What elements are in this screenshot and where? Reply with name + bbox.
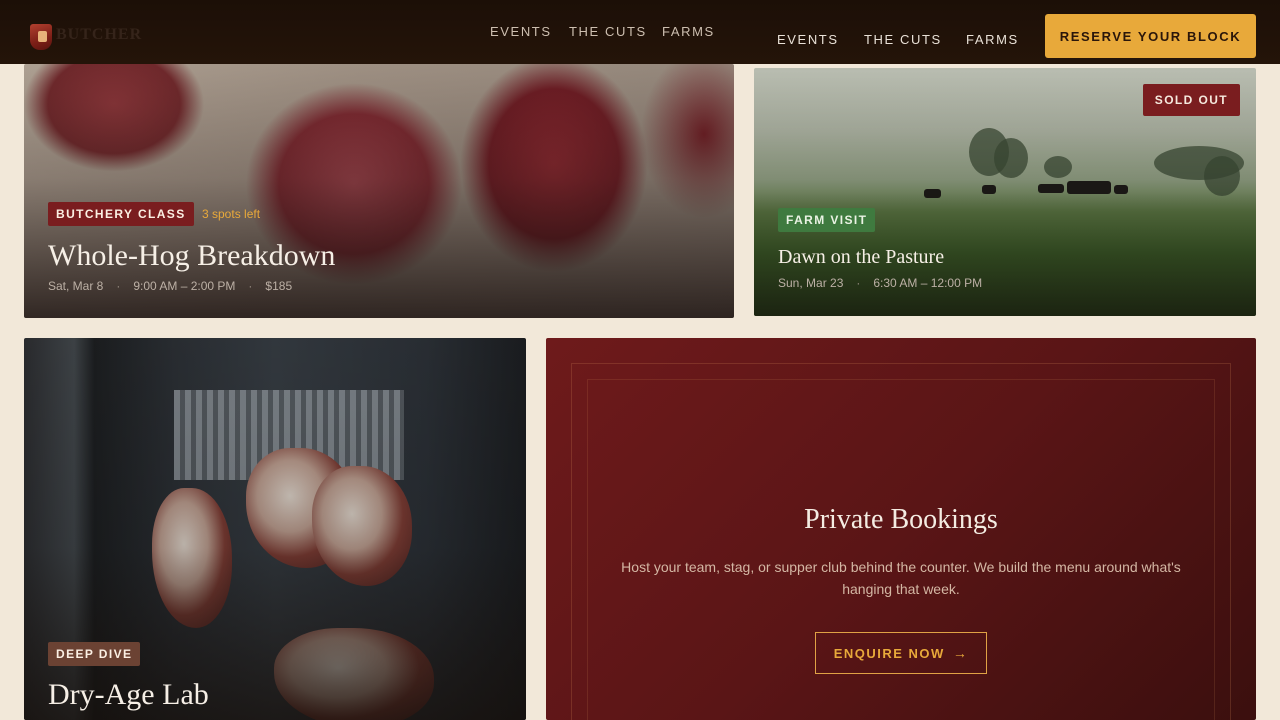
brand-logo[interactable]: BUTCHER	[30, 24, 160, 50]
separator-dot: ·	[248, 279, 253, 293]
event-time: 6:30 AM – 12:00 PM	[873, 276, 983, 290]
event-meta: Sat, Mar 8 · 9:00 AM – 2:00 PM · $185	[48, 279, 292, 293]
ghost-nav-events[interactable]: EVENTS	[490, 24, 552, 39]
nav-events[interactable]: EVENTS	[777, 32, 839, 47]
event-title: Dry-Age Lab	[48, 678, 209, 711]
nav-the-cuts[interactable]: THE CUTS	[864, 32, 942, 47]
brand-wordmark: BUTCHER	[56, 26, 143, 43]
event-meta: Sun, Mar 23 · 6:30 AM – 12:00 PM	[778, 276, 982, 290]
separator-dot: ·	[116, 279, 121, 293]
enquire-now-label: ENQUIRE NOW	[833, 645, 945, 661]
spots-left: 3 spots left	[202, 207, 261, 221]
sold-out-badge: SOLD OUT	[1142, 84, 1240, 116]
ghost-nav-the-cuts[interactable]: THE CUTS	[569, 24, 647, 39]
top-nav-bar: BUTCHER EVENTS THE CUTS FARMS EVENTS THE…	[0, 0, 1280, 64]
event-title: Whole-Hog Breakdown	[48, 239, 336, 272]
arrow-right-icon: →	[952, 645, 969, 661]
reserve-your-block-button[interactable]: RESERVE YOUR BLOCK	[1045, 14, 1256, 58]
enquire-now-button[interactable]: ENQUIRE NOW →	[815, 632, 987, 674]
event-price: $185	[265, 279, 293, 293]
ghost-nav-farms[interactable]: FARMS	[662, 24, 715, 39]
event-time: 9:00 AM – 2:00 PM	[133, 279, 236, 293]
event-card-dry-age-lab[interactable]: DEEP DIVE Dry-Age Lab	[24, 338, 526, 720]
event-tag: DEEP DIVE	[48, 642, 141, 666]
event-tag: FARM VISIT	[778, 208, 876, 232]
shield-logo-icon	[30, 24, 52, 50]
event-card-dawn-pasture[interactable]: SOLD OUT FARM VISIT Dawn on the Pasture …	[754, 68, 1256, 316]
private-bookings-description: Host your team, stag, or supper club beh…	[621, 559, 1181, 597]
private-bookings-title: Private Bookings	[804, 504, 998, 535]
event-date: Sat, Mar 8	[48, 279, 104, 293]
private-bookings-card: Private Bookings Host your team, stag, o…	[546, 338, 1256, 720]
separator-dot: ·	[856, 276, 861, 290]
event-date: Sun, Mar 23	[778, 276, 844, 290]
event-title: Dawn on the Pasture	[778, 246, 945, 268]
nav-farms[interactable]: FARMS	[966, 32, 1019, 47]
event-card-whole-hog[interactable]: BUTCHERY CLASS 3 spots left Whole-Hog Br…	[24, 64, 734, 318]
event-tag: BUTCHERY CLASS	[48, 202, 194, 226]
